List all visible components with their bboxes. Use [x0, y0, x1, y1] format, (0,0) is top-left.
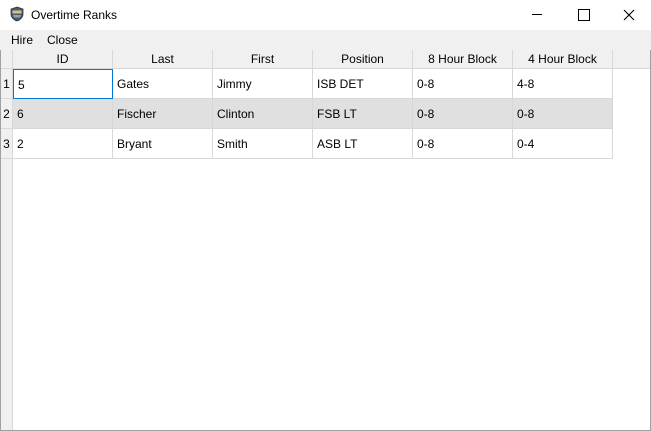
- table-cell[interactable]: 0-8: [413, 129, 513, 159]
- table-cell[interactable]: Gates: [113, 69, 213, 99]
- row-header[interactable]: 3: [1, 129, 13, 159]
- app-window: Overtime Ranks Hire Close ID Last First …: [0, 0, 651, 431]
- table-cell[interactable]: 5: [13, 69, 113, 99]
- minimize-button[interactable]: [514, 0, 560, 30]
- title-bar[interactable]: Overtime Ranks: [0, 0, 651, 30]
- close-icon: [623, 9, 635, 21]
- table-cell[interactable]: 0-8: [413, 99, 513, 129]
- table-corner[interactable]: [1, 50, 13, 69]
- table-cell[interactable]: Smith: [213, 129, 313, 159]
- window-title: Overtime Ranks: [31, 8, 118, 22]
- table-cell[interactable]: ISB DET: [313, 69, 413, 99]
- header-filler: [613, 50, 650, 69]
- table-cell[interactable]: ASB LT: [313, 129, 413, 159]
- column-header-8-hour-block[interactable]: 8 Hour Block: [413, 50, 513, 69]
- menu-hire[interactable]: Hire: [11, 33, 33, 47]
- data-table[interactable]: ID Last First Position 8 Hour Block 4 Ho…: [0, 50, 651, 431]
- table-cell[interactable]: 0-4: [513, 129, 613, 159]
- table-cell[interactable]: 6: [13, 99, 113, 129]
- column-header-4-hour-block[interactable]: 4 Hour Block: [513, 50, 613, 69]
- row-header[interactable]: 2: [1, 99, 13, 129]
- table-cell[interactable]: 0-8: [513, 99, 613, 129]
- column-header-position[interactable]: Position: [313, 50, 413, 69]
- table-cell[interactable]: Clinton: [213, 99, 313, 129]
- row-header[interactable]: 1: [1, 69, 13, 99]
- maximize-button[interactable]: [560, 0, 606, 30]
- table-cell[interactable]: 0-8: [413, 69, 513, 99]
- column-header-first[interactable]: First: [213, 50, 313, 69]
- shield-icon: [9, 6, 25, 22]
- menu-bar: Hire Close: [0, 30, 651, 50]
- table-cell[interactable]: Jimmy: [213, 69, 313, 99]
- close-window-button[interactable]: [606, 0, 651, 30]
- table-cell[interactable]: 4-8: [513, 69, 613, 99]
- table-cell[interactable]: FSB LT: [313, 99, 413, 129]
- table-cell[interactable]: Bryant: [113, 129, 213, 159]
- column-header-id[interactable]: ID: [13, 50, 113, 69]
- menu-close[interactable]: Close: [47, 33, 78, 47]
- column-header-last[interactable]: Last: [113, 50, 213, 69]
- table-cell[interactable]: 2: [13, 129, 113, 159]
- table-cell[interactable]: Fischer: [113, 99, 213, 129]
